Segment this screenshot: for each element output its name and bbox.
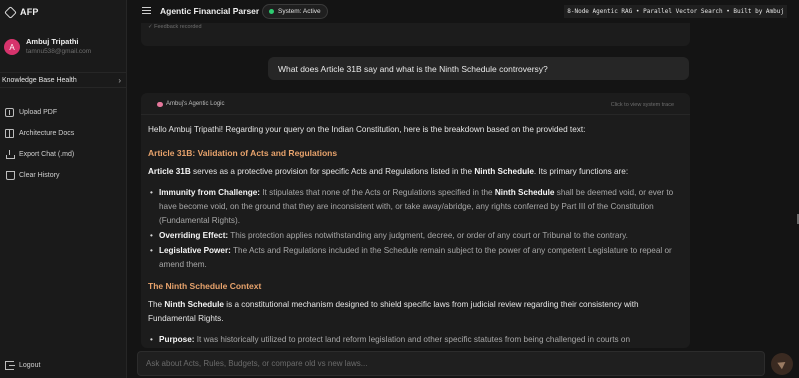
send-icon <box>776 358 788 370</box>
brand[interactable]: AFP <box>4 5 39 19</box>
list-item: Immunity from Challenge: It stipulates t… <box>148 186 680 228</box>
brain-icon <box>157 101 163 107</box>
system-trace-link[interactable]: Click to view system trace <box>611 102 674 108</box>
send-button[interactable] <box>771 353 793 375</box>
kb-health-label: Knowledge Base Health <box>2 76 77 84</box>
previous-message-card <box>141 23 690 46</box>
trash-icon <box>6 170 15 180</box>
sidebar: AFP A Ambuj Tripathi tamnu538@gmail.com … <box>0 0 127 378</box>
user-profile: A Ambuj Tripathi tamnu538@gmail.com <box>4 37 91 57</box>
sidebar-item-label: Export Chat (.md) <box>19 150 75 158</box>
user-message-text: What does Article 31B say and what is th… <box>278 63 548 74</box>
answer-body: Hello Ambuj Tripathi! Regarding your que… <box>148 123 680 347</box>
bold-text: Ninth Schedule <box>494 188 555 197</box>
app-title: Agentic Financial Parser <box>160 6 260 16</box>
chat-input[interactable] <box>137 351 765 376</box>
status-text: System: Active <box>278 8 321 15</box>
bullet-title: Purpose: <box>159 335 195 344</box>
logo-icon <box>4 5 17 19</box>
answer-list: Immunity from Challenge: It stipulates t… <box>148 186 680 272</box>
agentic-logic-header[interactable]: Ambuj's Agentic Logic Click to view syst… <box>141 93 690 115</box>
text: The <box>148 300 165 309</box>
assistant-message: Ambuj's Agentic Logic Click to view syst… <box>141 93 690 348</box>
sidebar-item-export-chat[interactable]: Export Chat (.md) <box>0 148 127 160</box>
chevron-right-icon: › <box>118 75 121 85</box>
feedback-status: ✓ Feedback recorded <box>148 24 202 30</box>
info-banner: 8-Node Agentic RAG • Parallel Vector Sea… <box>564 5 787 18</box>
bullet-title: Legislative Power: <box>159 246 231 255</box>
answer-list: Purpose: It was historically utilized to… <box>148 333 680 347</box>
agentic-logic-label: Ambuj's Agentic Logic <box>157 101 225 107</box>
bullet-text: The Acts and Regulations included in the… <box>159 246 672 269</box>
status-dot-icon <box>269 9 274 14</box>
answer-intro: Hello Ambuj Tripathi! Regarding your que… <box>148 125 586 134</box>
export-icon <box>5 149 15 159</box>
sidebar-item-clear-history[interactable]: Clear History <box>0 169 127 181</box>
user-message: What does Article 31B say and what is th… <box>268 57 689 80</box>
logout-button[interactable]: Logout <box>0 359 127 371</box>
list-item: Overriding Effect: This protection appli… <box>148 229 680 243</box>
sidebar-item-label: Clear History <box>19 171 60 179</box>
knowledge-base-health-toggle[interactable]: Knowledge Base Health › <box>0 72 127 88</box>
bullet-text: It was historically utilized to protect … <box>194 335 631 344</box>
bullet-title: Immunity from Challenge: <box>159 188 260 197</box>
answer-heading: Article 31B: Validation of Acts and Regu… <box>148 148 338 158</box>
list-item: Legislative Power: The Acts and Regulati… <box>148 244 680 272</box>
bullet-text: It stipulates that none of the Acts or R… <box>260 188 495 197</box>
sidebar-item-label: Architecture Docs <box>19 129 75 137</box>
status-badge: System: Active <box>262 4 328 19</box>
logout-label: Logout <box>19 361 41 369</box>
bold-text: Article 31B <box>148 167 191 176</box>
top-bar: Agentic Financial Parser System: Active … <box>128 0 799 23</box>
text: serves as a protective provision for spe… <box>190 167 475 176</box>
logout-icon <box>5 360 15 370</box>
user-name: Ambuj Tripathi <box>26 37 79 46</box>
sidebar-item-upload-pdf[interactable]: Upload PDF <box>0 106 127 118</box>
user-email: tamnu538@gmail.com <box>26 48 92 55</box>
menu-icon[interactable] <box>142 7 151 14</box>
sidebar-item-architecture-docs[interactable]: Architecture Docs <box>0 127 127 139</box>
agentic-logic-title: Ambuj's Agentic Logic <box>166 101 225 107</box>
brand-name: AFP <box>20 7 39 17</box>
bold-text: Ninth Schedule <box>474 167 534 176</box>
answer-heading: The Ninth Schedule Context <box>148 281 262 291</box>
bullet-text: This protection applies notwithstanding … <box>228 231 628 240</box>
text: . Its primary functions are: <box>533 167 629 176</box>
avatar: A <box>4 39 20 55</box>
upload-icon <box>5 107 14 117</box>
answer-paragraph: The Ninth Schedule is a constitutional m… <box>148 298 680 326</box>
sidebar-item-label: Upload PDF <box>19 108 58 116</box>
bold-text: Ninth Schedule <box>164 300 224 309</box>
answer-paragraph: Article 31B serves as a protective provi… <box>148 165 680 179</box>
book-icon <box>5 128 14 138</box>
list-item: Purpose: It was historically utilized to… <box>148 333 680 347</box>
bullet-title: Overriding Effect: <box>159 231 229 240</box>
